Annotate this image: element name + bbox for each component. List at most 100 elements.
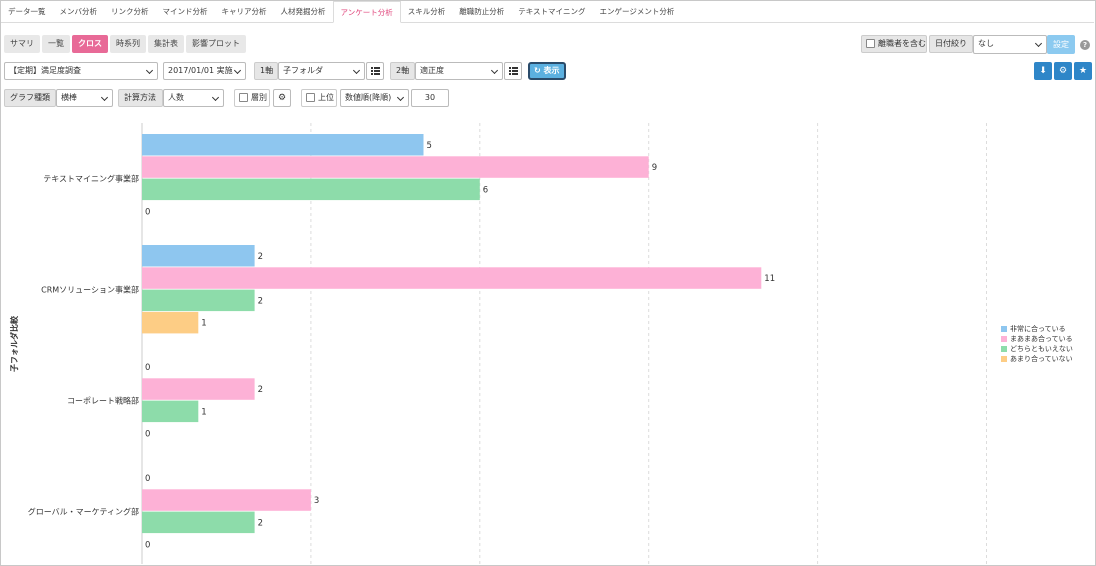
download-button[interactable]: ⬇ bbox=[1034, 62, 1052, 80]
download-icon: ⬇ bbox=[1039, 66, 1047, 76]
sub-tabs: サマリ 一覧 クロス 時系列 集計表 影響プロット bbox=[4, 35, 246, 53]
legend-swatch bbox=[1001, 336, 1007, 342]
bar bbox=[142, 178, 480, 201]
legend-item[interactable]: どちらともいえない bbox=[1001, 344, 1073, 354]
top-checkbox[interactable] bbox=[306, 93, 315, 102]
data-label: 1 bbox=[201, 319, 206, 329]
data-label: 9 bbox=[652, 163, 657, 173]
gear-icon: ⚙ bbox=[1058, 66, 1068, 76]
chart-legend: 非常に合っている まあまあ合っている どちらともいえない あまり合っていない bbox=[1001, 324, 1073, 364]
data-label: 1 bbox=[201, 407, 206, 417]
layer-label: 層別 bbox=[251, 93, 267, 102]
help-icon[interactable]: ? bbox=[1080, 40, 1090, 50]
subtab-impact-plot[interactable]: 影響プロット bbox=[186, 35, 246, 53]
subtab-summary[interactable]: サマリ bbox=[4, 35, 40, 53]
data-label: 0 bbox=[145, 541, 150, 551]
nav-tab-engagement[interactable]: エンゲージメント分析 bbox=[592, 1, 681, 22]
data-label: 0 bbox=[145, 363, 150, 373]
top-label: 上位 bbox=[318, 93, 334, 102]
legend-label: 非常に合っている bbox=[1010, 325, 1066, 333]
calc-method-select[interactable]: 人数 bbox=[163, 89, 224, 107]
data-label: 2 bbox=[258, 296, 263, 306]
date-filter-select[interactable]: なし bbox=[973, 35, 1047, 54]
category-label: テキストマイニング事業部 bbox=[43, 174, 139, 184]
nav-tab-survey[interactable]: アンケート分析 bbox=[332, 1, 401, 23]
legend-swatch bbox=[1001, 346, 1007, 352]
nav-tab-career[interactable]: キャリア分析 bbox=[215, 1, 274, 22]
setting-button[interactable]: 設定 bbox=[1047, 35, 1075, 54]
gear-icon: ⚙ bbox=[277, 93, 287, 103]
axis1-select[interactable]: 子フォルダ bbox=[278, 62, 365, 80]
nav-tab-text-mining[interactable]: テキストマイニング bbox=[511, 1, 592, 22]
data-label: 2 bbox=[258, 252, 263, 262]
legend-label: どちらともいえない bbox=[1010, 345, 1073, 353]
bar bbox=[142, 245, 255, 267]
data-label: 0 bbox=[145, 474, 150, 484]
data-label: 11 bbox=[764, 274, 775, 284]
category-label: コーポレート戦略部 bbox=[67, 396, 139, 406]
legend-item[interactable]: 非常に合っている bbox=[1001, 324, 1073, 334]
calc-method-label: 計算方法 bbox=[118, 89, 163, 107]
legend-label: まあまあ合っている bbox=[1010, 335, 1073, 343]
data-label: 6 bbox=[483, 185, 488, 195]
nav-tab-talent[interactable]: 人材発掘分析 bbox=[274, 1, 333, 22]
date-filter-label: 日付絞り bbox=[929, 35, 973, 53]
legend-item[interactable]: あまり合っていない bbox=[1001, 354, 1073, 364]
favorite-button[interactable]: ★ bbox=[1074, 62, 1092, 80]
bar-chart: 子フォルダ比較テキストマイニング事業部5960CRMソリューション事業部2112… bbox=[9, 123, 987, 564]
include-retired-label: 離職者を含む bbox=[878, 39, 926, 48]
legend-swatch bbox=[1001, 356, 1007, 362]
legend-swatch bbox=[1001, 326, 1007, 332]
sort-select[interactable]: 数値順(降順) bbox=[340, 89, 409, 107]
axis2-select[interactable]: 適正度 bbox=[415, 62, 503, 80]
bar bbox=[142, 134, 424, 156]
data-label: 3 bbox=[314, 496, 319, 506]
bar bbox=[142, 311, 199, 334]
nav-tab-link[interactable]: リンク分析 bbox=[104, 1, 156, 22]
graph-type-select[interactable]: 横棒 bbox=[56, 89, 113, 107]
refresh-icon: ↻ bbox=[534, 66, 541, 75]
subtab-cross[interactable]: クロス bbox=[72, 35, 108, 53]
show-button-label: 表示 bbox=[543, 66, 560, 75]
main-nav: データ一覧 メンバ分析 リンク分析 マインド分析 キャリア分析 人材発掘分析 ア… bbox=[1, 1, 1094, 23]
list-icon bbox=[370, 67, 380, 75]
bar bbox=[142, 289, 255, 312]
axis1-label: 1軸 bbox=[254, 62, 278, 80]
axis2-list-button[interactable] bbox=[504, 62, 522, 80]
bar bbox=[142, 156, 649, 178]
nav-tab-skill[interactable]: スキル分析 bbox=[401, 1, 453, 22]
period-select[interactable]: 2017/01/01 実施 bbox=[163, 62, 246, 80]
chart-area: 子フォルダ比較 テキストマイニング事業部 5 9 6 0 CRMソリューション事業部 2 11 2… bbox=[1, 118, 1094, 564]
settings-button[interactable]: ⚙ bbox=[1054, 62, 1072, 80]
subtab-list[interactable]: 一覧 bbox=[42, 35, 70, 53]
nav-tab-member[interactable]: メンバ分析 bbox=[53, 1, 105, 22]
layer-settings-button[interactable]: ⚙ bbox=[273, 89, 291, 107]
layer-toggle[interactable]: 層別 bbox=[234, 89, 270, 107]
top-count-input[interactable]: 30 bbox=[411, 89, 449, 107]
data-label: 0 bbox=[145, 208, 150, 218]
include-retired-checkbox[interactable] bbox=[866, 39, 875, 48]
survey-select[interactable]: 【定期】満足度調査 bbox=[4, 62, 158, 80]
nav-tab-turnover[interactable]: 離職防止分析 bbox=[452, 1, 511, 22]
layer-checkbox[interactable] bbox=[239, 93, 248, 102]
bar bbox=[142, 489, 311, 511]
bar bbox=[142, 511, 255, 534]
subtab-table[interactable]: 集計表 bbox=[148, 35, 184, 53]
subtab-timeseries[interactable]: 時系列 bbox=[110, 35, 146, 53]
top-toggle[interactable]: 上位 bbox=[301, 89, 337, 107]
bar bbox=[142, 400, 199, 423]
star-icon: ★ bbox=[1078, 66, 1088, 76]
y-axis-title: 子フォルダ比較 bbox=[9, 315, 19, 372]
data-label: 2 bbox=[258, 518, 263, 528]
data-label: 2 bbox=[258, 385, 263, 395]
show-button[interactable]: ↻ 表示 bbox=[528, 62, 566, 80]
graph-type-label: グラフ種類 bbox=[4, 89, 56, 107]
include-retired-toggle[interactable]: 離職者を含む bbox=[861, 35, 927, 53]
legend-item[interactable]: まあまあ合っている bbox=[1001, 334, 1073, 344]
legend-label: あまり合っていない bbox=[1010, 355, 1073, 363]
axis2-label: 2軸 bbox=[390, 62, 415, 80]
nav-tab-mind[interactable]: マインド分析 bbox=[156, 1, 215, 22]
list-icon bbox=[508, 67, 518, 75]
nav-tab-data-list[interactable]: データ一覧 bbox=[1, 1, 53, 22]
axis1-list-button[interactable] bbox=[366, 62, 384, 80]
